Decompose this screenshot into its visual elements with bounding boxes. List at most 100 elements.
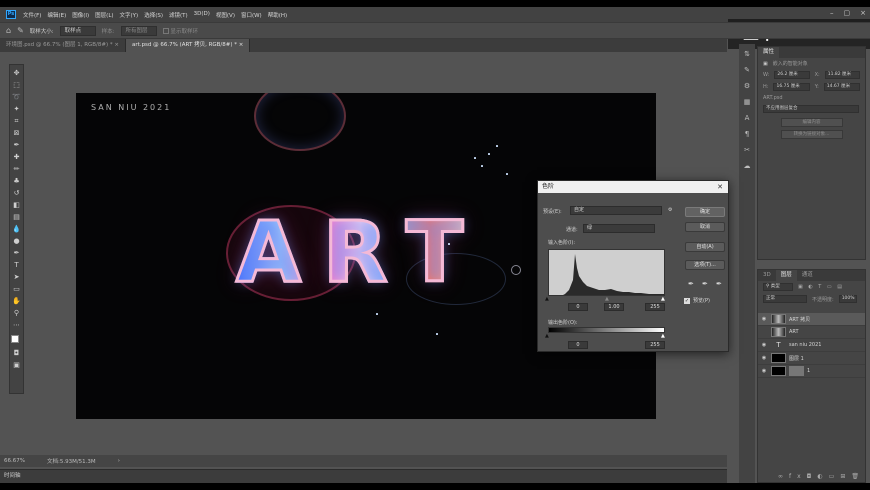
layer-comp-select[interactable]: 不应用图层复合 (763, 105, 859, 113)
visibility-eye-icon[interactable]: ◉ (760, 316, 768, 322)
paragraph-panel-icon[interactable]: ¶ (743, 130, 752, 139)
menu-item[interactable]: 帮助(H) (265, 11, 290, 19)
blur-tool-icon[interactable]: 💧 (12, 225, 21, 234)
black-point-handle[interactable]: ▲ (545, 296, 549, 302)
width-field[interactable]: 26.2 厘米 (774, 71, 810, 79)
timeline-panel[interactable]: 时间轴 (0, 469, 727, 483)
tools-options-icon[interactable]: ✂ (743, 146, 752, 155)
character-panel-icon[interactable]: A (743, 114, 752, 123)
move-tool-icon[interactable]: ✥ (12, 69, 21, 78)
y-field[interactable]: 14.67 厘米 (823, 83, 860, 91)
convert-linked-button[interactable]: 转换为链接对象... (780, 130, 843, 139)
visibility-eye-icon[interactable]: ◉ (760, 342, 768, 348)
layer-row[interactable]: ◉ 1 (758, 365, 865, 378)
input-slider-track[interactable]: ▲ ▲ ▲ (545, 296, 665, 302)
maximize-icon[interactable]: ▢ (844, 9, 851, 17)
output-white-field[interactable]: 255 (645, 341, 665, 349)
visibility-eye-icon[interactable]: ◉ (760, 368, 768, 374)
output-black-handle[interactable]: ▲ (545, 333, 549, 339)
menu-item[interactable]: 图像(I) (69, 11, 92, 19)
delete-icon[interactable]: 🗑 (851, 473, 865, 480)
stamp-tool-icon[interactable]: ♣ (12, 177, 21, 186)
link-icon[interactable]: ∞ (778, 473, 789, 480)
crop-tool-icon[interactable]: ⌗ (12, 117, 21, 126)
menu-item[interactable]: 窗口(W) (238, 11, 265, 19)
show-ring-option[interactable]: 显示取样环 (162, 27, 198, 35)
ok-button[interactable]: 确定 (685, 207, 725, 217)
type-tool-icon[interactable]: T (12, 261, 21, 270)
marquee-tool-icon[interactable]: ⬚ (12, 81, 21, 90)
close-tab-icon[interactable]: × (114, 42, 119, 48)
frame-tool-icon[interactable]: ⊠ (12, 129, 21, 138)
sample-select[interactable]: 所有图层 (120, 25, 157, 36)
healing-brush-icon[interactable]: ✚ (12, 153, 21, 162)
preset-gear-icon[interactable]: ⚙ (668, 207, 672, 213)
hand-tool-icon[interactable]: ✋ (12, 297, 21, 306)
close-tab-icon[interactable]: × (239, 42, 244, 48)
preview-checkbox[interactable]: ✓ (684, 297, 690, 304)
input-black-field[interactable]: 0 (568, 303, 588, 311)
layer-row[interactable]: ◉ 图层 1 (758, 352, 865, 365)
path-select-icon[interactable]: ➤ (12, 273, 21, 282)
eyedropper-icon[interactable]: ✒ (12, 141, 21, 150)
more-tools-icon[interactable]: ⋯ (12, 321, 21, 330)
gray-eyedropper-icon[interactable]: ✒ (702, 280, 708, 288)
layer-mask-thumbnail[interactable] (789, 366, 804, 376)
opacity-field[interactable]: 100% (838, 295, 857, 303)
sample-size-select[interactable]: 取样点 (59, 25, 96, 36)
brush-tool-icon[interactable]: ✏ (12, 165, 21, 174)
cancel-button[interactable]: 取消 (685, 222, 725, 232)
menu-item[interactable]: 3D(D) (191, 11, 213, 19)
tab-channels[interactable]: 通道 (797, 270, 818, 281)
fx-icon[interactable]: fx (789, 473, 807, 480)
new-layer-icon[interactable]: ⊞ (840, 473, 851, 480)
menu-item[interactable]: 编辑(E) (44, 11, 69, 19)
blend-mode-select[interactable]: 正常 (763, 295, 807, 303)
auto-button[interactable]: 自动(A) (685, 242, 725, 252)
menu-item[interactable]: 图层(L) (92, 11, 116, 19)
eyedropper-tool-icon[interactable]: ✎ (17, 26, 24, 35)
history-brush-icon[interactable]: ↺ (12, 189, 21, 198)
adjustments-panel-icon[interactable]: ⚙ (743, 82, 752, 91)
libraries-panel-icon[interactable]: ▦ (743, 98, 752, 107)
menu-item[interactable]: 选择(S) (141, 11, 166, 19)
quick-mask-icon[interactable]: ◘ (12, 349, 21, 358)
layer-row[interactable]: ART (758, 326, 865, 339)
rectangle-tool-icon[interactable]: ▭ (12, 285, 21, 294)
black-eyedropper-icon[interactable]: ✒ (688, 280, 694, 288)
magic-wand-tool-icon[interactable]: ✦ (12, 105, 21, 114)
tab-3d[interactable]: 3D (758, 270, 776, 281)
options-button[interactable]: 选项(T)... (685, 260, 725, 270)
white-eyedropper-icon[interactable]: ✒ (716, 280, 722, 288)
x-field[interactable]: 11.82 厘米 (824, 71, 860, 79)
show-ring-checkbox[interactable] (162, 28, 169, 34)
kind-filter-select[interactable]: ⚲ 类型 (763, 283, 793, 291)
menu-item[interactable]: 文件(F) (20, 11, 44, 19)
preview-option[interactable]: ✓ 预览(P) (684, 297, 710, 304)
home-icon[interactable]: ⌂ (6, 26, 11, 35)
close-icon[interactable]: ✕ (717, 181, 723, 193)
input-gamma-field[interactable]: 1.00 (604, 303, 624, 311)
menu-item[interactable]: 文字(Y) (117, 11, 142, 19)
screen-mode-icon[interactable]: ▣ (12, 361, 21, 370)
preset-select[interactable]: 自定 (570, 206, 662, 215)
color-swatches[interactable] (11, 335, 22, 346)
output-white-handle[interactable]: ▲ (661, 333, 665, 339)
mask-icon[interactable]: ◘ (807, 473, 818, 480)
group-icon[interactable]: ▭ (829, 473, 841, 480)
zoom-level[interactable]: 66.67% (4, 458, 25, 464)
edit-contents-button[interactable]: 编辑内容 (780, 118, 843, 127)
tab-environment[interactable]: 环境图.psd @ 66.7% (图层 1, RGB/8#) * × (0, 39, 127, 52)
tab-properties[interactable]: 属性 (758, 47, 780, 58)
input-white-field[interactable]: 255 (645, 303, 665, 311)
white-point-handle[interactable]: ▲ (661, 296, 665, 302)
zoom-tool-icon[interactable]: ⚲ (12, 309, 21, 318)
dodge-tool-icon[interactable]: ● (12, 237, 21, 246)
height-field[interactable]: 16.75 厘米 (773, 83, 810, 91)
gradient-tool-icon[interactable]: ▤ (12, 213, 21, 222)
layer-row[interactable]: ◉ ART 拷贝 (758, 313, 865, 326)
lasso-tool-icon[interactable]: ➰ (12, 93, 21, 102)
menu-item[interactable]: 视图(V) (213, 11, 238, 19)
visibility-eye-icon[interactable]: ◉ (760, 355, 768, 361)
cloud-panel-icon[interactable]: ☁ (743, 162, 752, 171)
